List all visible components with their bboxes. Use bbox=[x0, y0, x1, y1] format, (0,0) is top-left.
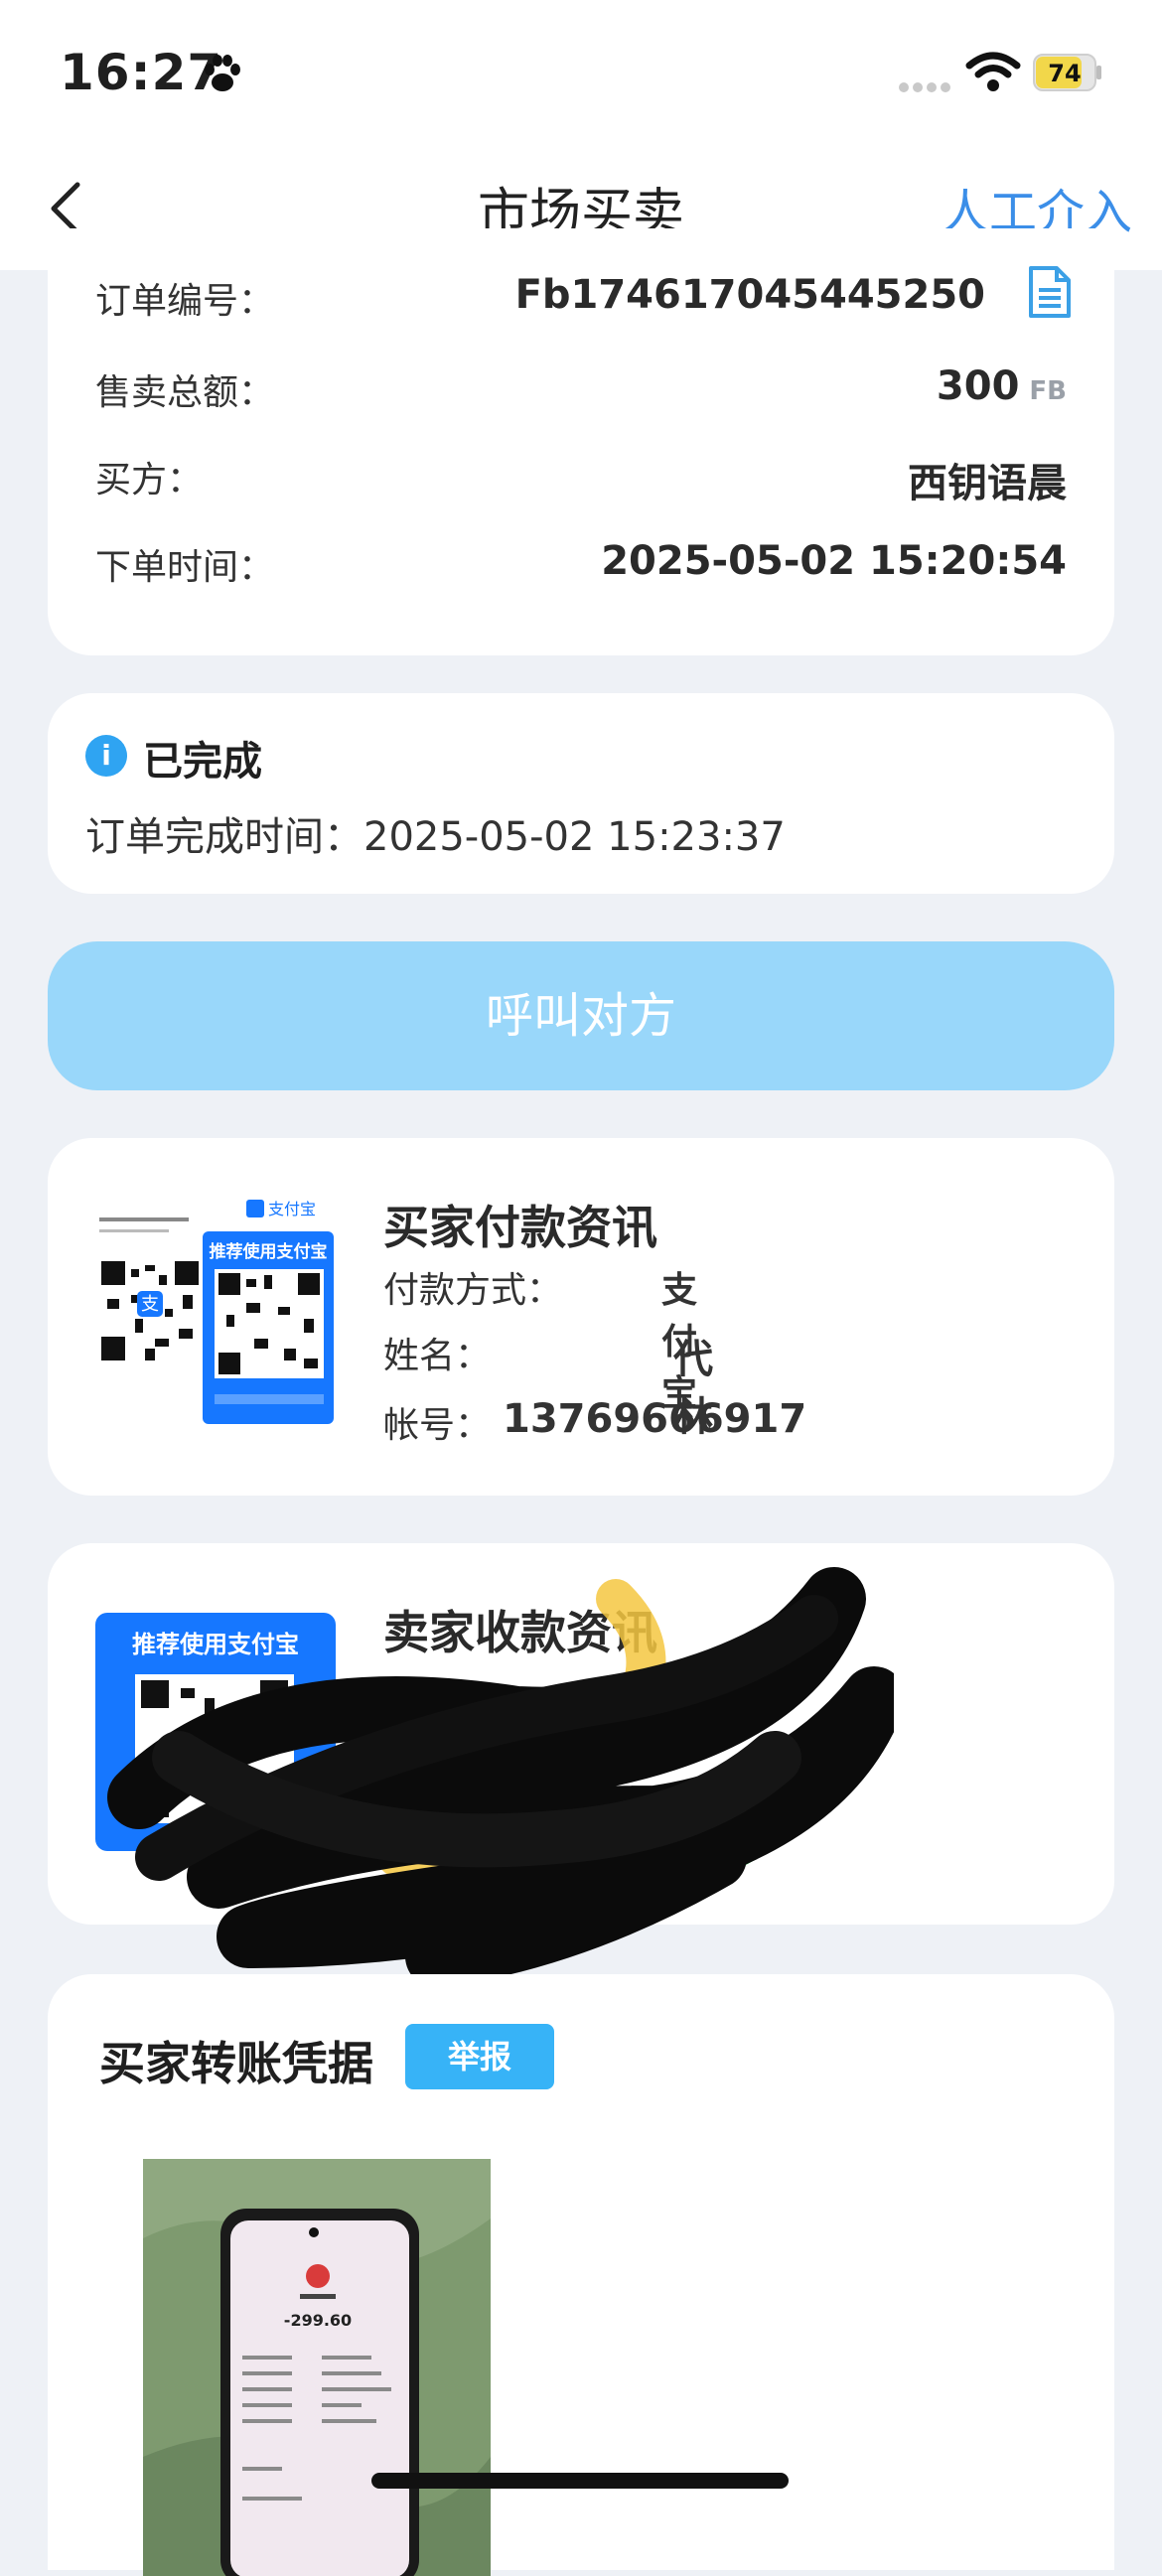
buyer-payment-qr-image[interactable]: 支 支付宝 推荐使用支付宝 bbox=[95, 1200, 334, 1424]
total-amount-number: 300 bbox=[936, 363, 1020, 409]
order-time-row: 下单时间： 2025-05-02 15:20:54 bbox=[95, 538, 1067, 598]
redaction-scribble bbox=[107, 1567, 894, 1976]
total-amount-unit: FB bbox=[1029, 376, 1067, 406]
buyer-name-label: 姓名： bbox=[383, 1336, 492, 1376]
total-amount-value: 300 FB bbox=[937, 363, 1067, 409]
proof-title: 买家转账凭据 bbox=[99, 2037, 373, 2090]
proof-amount: -299.60 bbox=[284, 2311, 352, 2330]
buyer-label: 买方： bbox=[95, 460, 204, 501]
transfer-proof-photo[interactable]: -299.60 bbox=[143, 2159, 491, 2576]
info-icon: i bbox=[85, 735, 127, 777]
buyer-payment-card: 支 支付宝 推荐使用支付宝 买家付款资讯 付款方式： 支付宝 姓名： 代林 帐号… bbox=[48, 1138, 1114, 1496]
buyer-payment-title: 买家付款资讯 bbox=[383, 1201, 657, 1254]
order-info-card: 订单编号： Fb174617045445250 售卖总额： 300 FB 买方： … bbox=[48, 228, 1114, 655]
order-time-value: 2025-05-02 15:20:54 bbox=[601, 538, 1067, 584]
buyer-name-row: 姓名： 代林 bbox=[383, 1327, 713, 1440]
buyer-account-label: 帐号： bbox=[383, 1405, 492, 1446]
total-amount-label: 售卖总额： bbox=[95, 372, 275, 413]
home-indicator bbox=[371, 2473, 789, 2489]
svg-text:支: 支 bbox=[141, 1294, 159, 1315]
buyer-account-row: 帐号： 13769666917 bbox=[383, 1396, 806, 1448]
status-bar: 16:27 74 bbox=[0, 0, 1162, 149]
signal-icon bbox=[899, 77, 954, 96]
qr-brand-text: 支付宝 bbox=[268, 1200, 316, 1218]
buyer-method-label: 付款方式： bbox=[383, 1270, 563, 1311]
order-status-card: i 已完成 订单完成时间：2025-05-02 15:23:37 bbox=[48, 693, 1114, 894]
completed-time: 订单完成时间：2025-05-02 15:23:37 bbox=[85, 814, 786, 860]
report-button[interactable]: 举报 bbox=[405, 2024, 554, 2089]
battery-level: 74 bbox=[1048, 60, 1081, 87]
wifi-icon bbox=[965, 52, 1021, 91]
copy-document-icon[interactable] bbox=[1027, 264, 1073, 320]
order-number-row: 订单编号： Fb174617045445250 bbox=[95, 266, 1071, 332]
order-time-label: 下单时间： bbox=[95, 547, 275, 588]
battery-icon: 74 bbox=[1033, 54, 1101, 91]
status-title: 已完成 bbox=[143, 739, 262, 785]
total-amount-row: 售卖总额： 300 FB bbox=[95, 363, 1067, 423]
paw-icon bbox=[205, 55, 240, 91]
buyer-value: 西钥语晨 bbox=[908, 461, 1067, 506]
order-number-label: 订单编号： bbox=[95, 281, 275, 322]
qr-banner-text: 推荐使用支付宝 bbox=[210, 1241, 328, 1262]
buyer-method-row: 付款方式： 支付宝 bbox=[383, 1261, 697, 1414]
call-counterparty-button[interactable]: 呼叫对方 bbox=[48, 941, 1114, 1090]
buyer-row: 买方： 西钥语晨 bbox=[95, 451, 1067, 510]
order-number-value: Fb174617045445250 bbox=[514, 272, 985, 318]
buyer-account-value[interactable]: 13769666917 bbox=[503, 1396, 806, 1442]
